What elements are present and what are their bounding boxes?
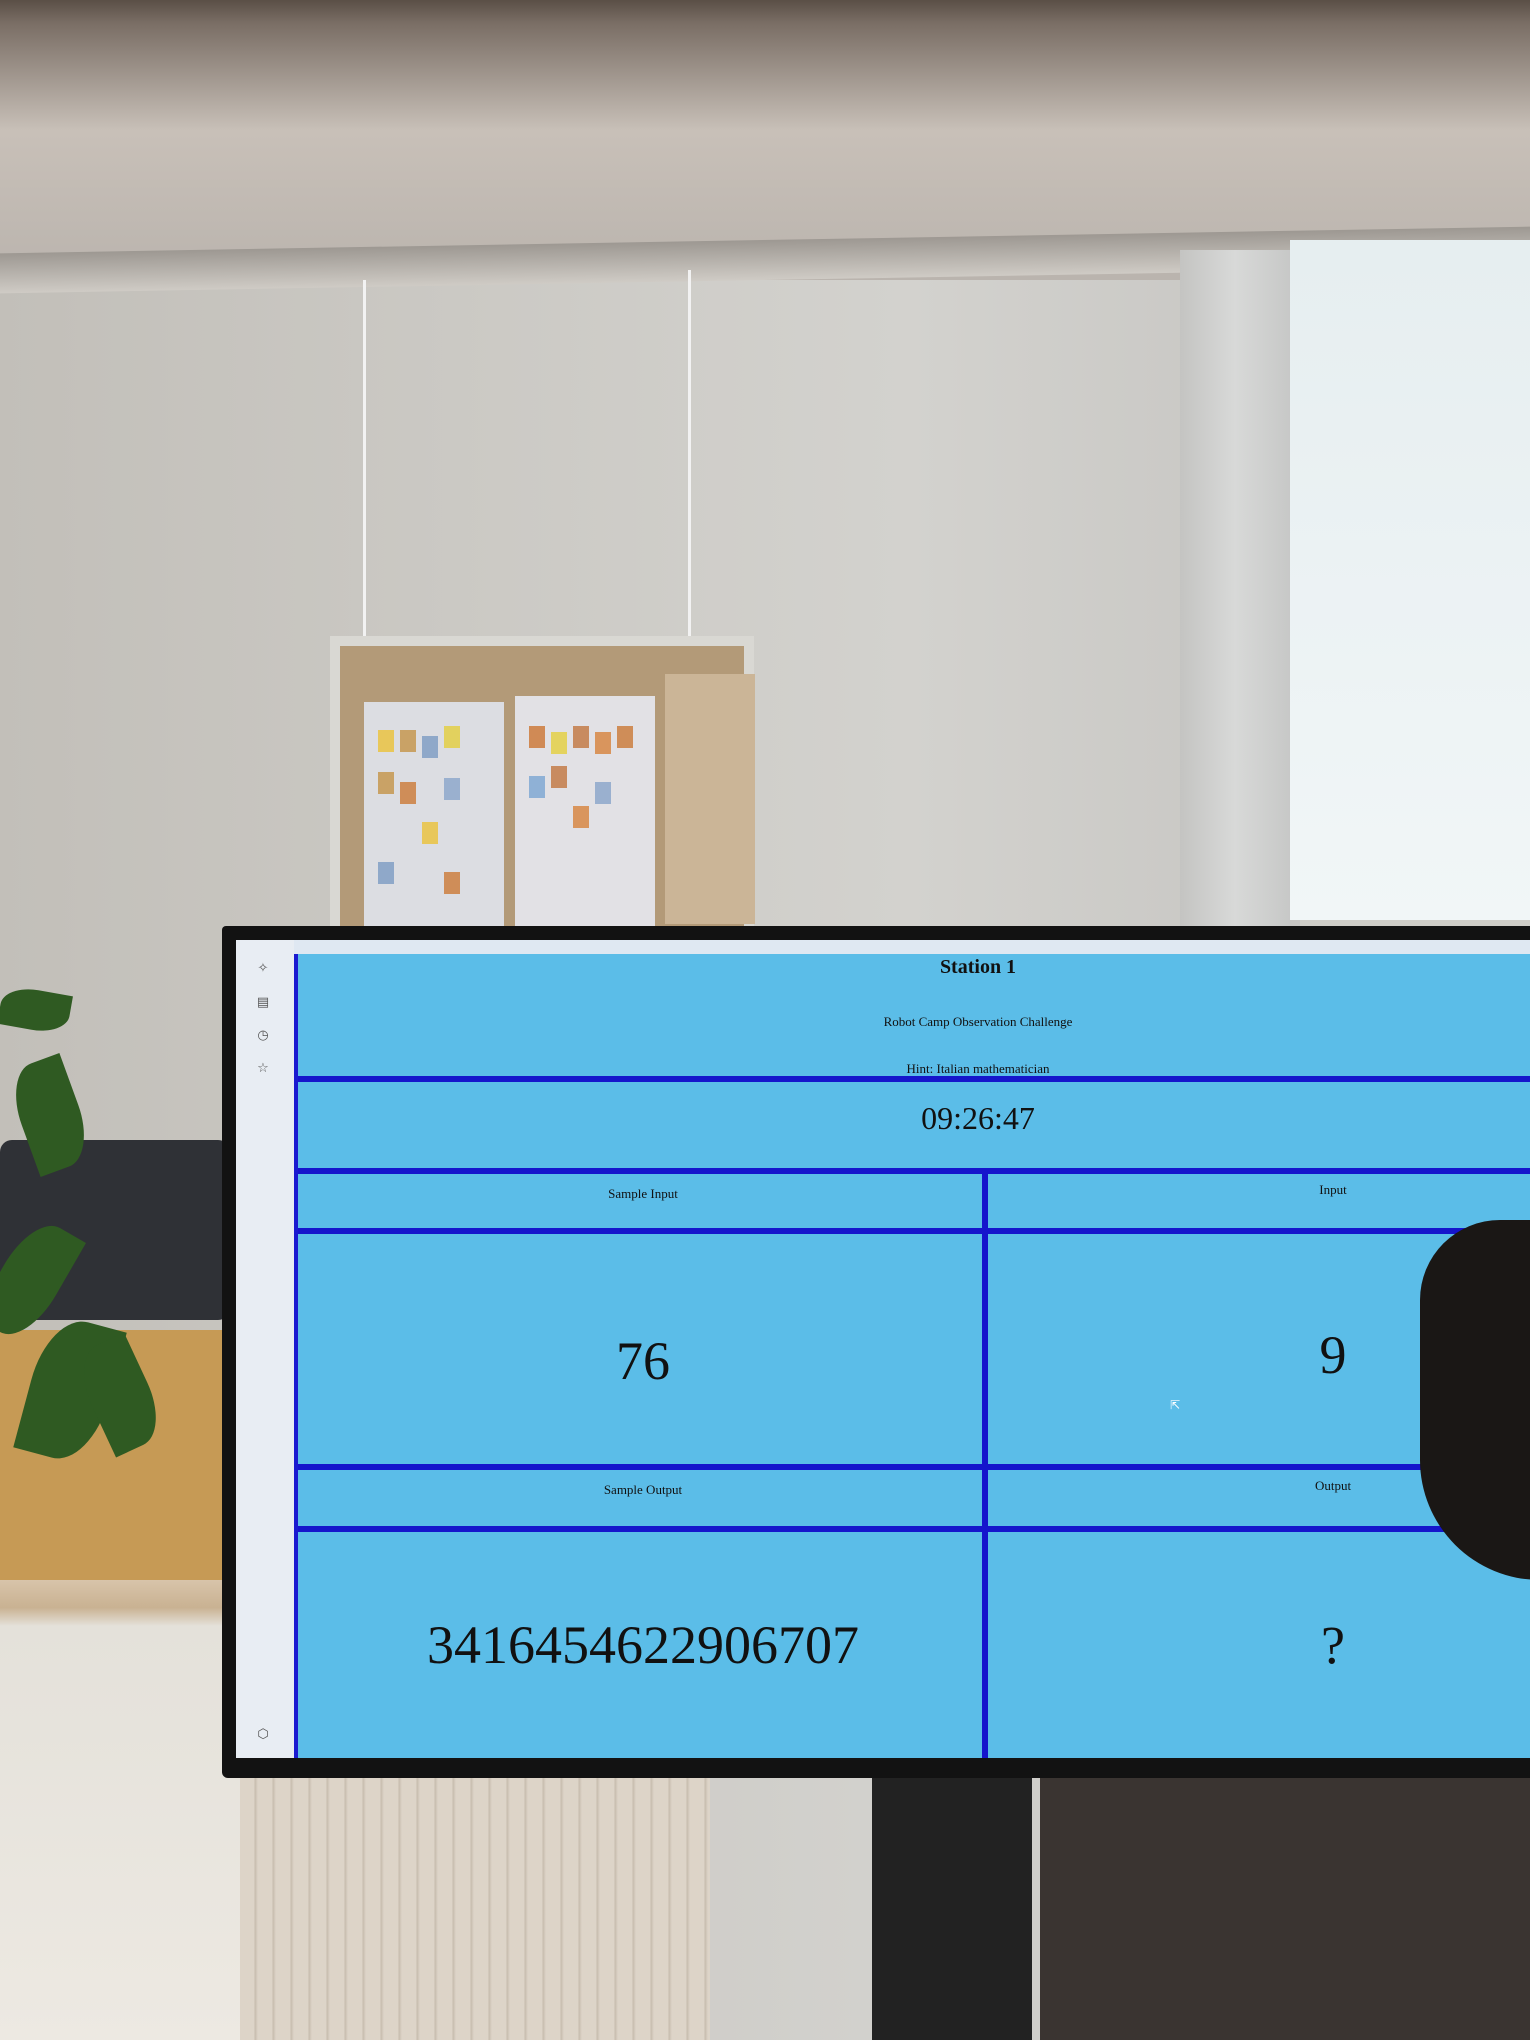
- settings-icon[interactable]: ✧: [254, 960, 272, 978]
- mouse-cursor-icon: ⇱: [1170, 1398, 1181, 1412]
- cork-board: [330, 636, 755, 936]
- pinned-sheet: [515, 696, 655, 936]
- sample-output-value: 3416454622906707: [427, 1615, 859, 1675]
- star-icon[interactable]: ☆: [254, 1060, 272, 1078]
- divider: [298, 1228, 1530, 1234]
- page-title: Station 1: [939, 956, 1017, 978]
- sample-output-label: Sample Output: [603, 1482, 683, 1497]
- divider: [298, 1076, 1530, 1082]
- extension-icon[interactable]: ⬡: [254, 1726, 272, 1744]
- desk: [0, 1580, 240, 2040]
- window: [1290, 240, 1530, 920]
- sample-input-label: Sample Input: [608, 1186, 678, 1201]
- sample-input-value: 76: [616, 1331, 670, 1391]
- save-icon[interactable]: ▤: [254, 994, 272, 1012]
- wall-column: [1180, 250, 1290, 930]
- challenge-page: Station 1 Robot Camp Observation Challen…: [294, 954, 1530, 1758]
- page-subtitle: Robot Camp Observation Challenge: [883, 1014, 1073, 1029]
- history-icon[interactable]: ◷: [254, 1027, 272, 1045]
- hint-text: Hint: Italian mathematician: [906, 1061, 1050, 1076]
- hanging-wire: [363, 280, 366, 640]
- divider: [298, 1168, 1530, 1174]
- pinned-card: [665, 674, 755, 924]
- output-value: ?: [1321, 1615, 1345, 1675]
- cabinet: [240, 1770, 710, 2040]
- browser-sidebar: ✧ ▤ ◷ ☆ ⬡: [236, 940, 294, 1758]
- pinned-sheet: [364, 702, 504, 936]
- monitor-screen: ✧ ▤ ◷ ☆ ⬡ Station 1 Robot Camp Observati…: [236, 940, 1530, 1758]
- divider: [298, 1526, 1530, 1532]
- clock: 09:26:47: [921, 1100, 1035, 1136]
- hanging-wire: [688, 270, 691, 640]
- monitor-stand: [872, 1770, 1032, 2040]
- floor: [1040, 1770, 1530, 2040]
- input-label: Input: [1319, 1182, 1347, 1197]
- divider: [298, 1464, 1530, 1470]
